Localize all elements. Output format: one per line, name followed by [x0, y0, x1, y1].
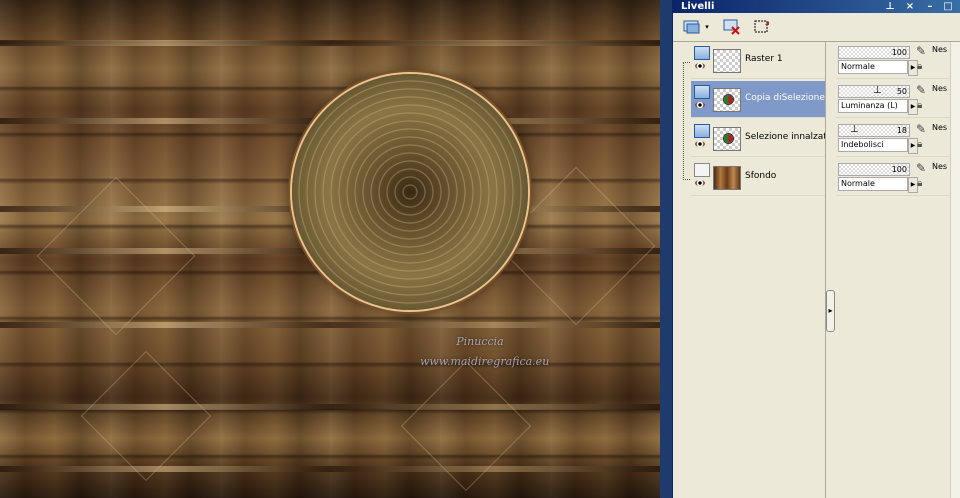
- layer-group-tree: [683, 62, 690, 180]
- truncated-label: Nes: [932, 45, 948, 54]
- panel-scrollbar[interactable]: [950, 42, 960, 498]
- brush-icon[interactable]: ✎: [916, 83, 930, 97]
- selection-button[interactable]: [751, 17, 773, 37]
- opacity-slider[interactable]: 100: [838, 163, 910, 176]
- canvas-streak: [0, 466, 660, 472]
- selection-icon: [754, 20, 769, 33]
- raster-layer-icon: [694, 46, 710, 60]
- panel-title: Livelli: [681, 1, 715, 12]
- delete-layer-icon: [723, 19, 740, 35]
- lock-icon[interactable]: 🔒︎: [917, 60, 929, 73]
- layer-thumbnail: [713, 88, 741, 112]
- visibility-eye-icon[interactable]: [695, 63, 705, 69]
- visibility-eye-icon[interactable]: [695, 180, 705, 186]
- opacity-slider[interactable]: ⊥ 50: [838, 85, 910, 98]
- truncated-label: Nes: [932, 162, 948, 171]
- panel-splitter[interactable]: [825, 42, 836, 498]
- opacity-value: 18: [896, 126, 907, 135]
- raster-layer-icon: [694, 124, 710, 138]
- layer-name: Copia diSelezione: [745, 93, 825, 103]
- panel-titlebar[interactable]: Livelli ⊥ × – □: [673, 0, 960, 13]
- opacity-slider[interactable]: ⊥ 18: [838, 124, 910, 137]
- blend-mode-select[interactable]: Luminanza (L): [838, 99, 908, 113]
- layer-props-row: 100 ✎ Nes Normale ▶ 🔒︎: [836, 159, 960, 196]
- thumbnail-disc: [724, 134, 733, 143]
- opacity-slider[interactable]: 100: [838, 46, 910, 59]
- new-layer-dropdown[interactable]: ▾: [703, 17, 711, 37]
- maximize-icon[interactable]: □: [941, 0, 955, 13]
- brush-icon[interactable]: ✎: [916, 44, 930, 58]
- layer-thumbnail: [713, 49, 741, 73]
- truncated-label: Nes: [932, 123, 948, 132]
- lock-icon[interactable]: 🔒︎: [917, 99, 929, 112]
- slider-marker-icon: ⊥: [850, 124, 859, 135]
- thumbnail-disc: [724, 95, 733, 104]
- close-icon[interactable]: ×: [903, 0, 917, 13]
- opacity-value: 50: [896, 87, 907, 96]
- background-layer-icon: [694, 163, 710, 177]
- lock-icon[interactable]: 🔒︎: [917, 138, 929, 151]
- splitter-grip[interactable]: ▸: [826, 290, 835, 332]
- layer-props-row: ⊥ 18 ✎ Nes Indebolisci ▶ 🔒︎: [836, 120, 960, 157]
- layer-row-copia-diselezione[interactable]: Copia diSelezione: [691, 81, 825, 118]
- layer-name: Selezione innalzata: [745, 132, 833, 142]
- layers-panel: Livelli ⊥ × – □ ▾ Raster 1 Copia diSelez…: [672, 0, 960, 498]
- delete-layer-button[interactable]: [721, 17, 743, 37]
- truncated-label: Nes: [932, 84, 948, 93]
- raster-layer-icon: [694, 85, 710, 99]
- brush-icon[interactable]: ✎: [916, 122, 930, 136]
- layer-props-row: 100 ✎ Nes Normale ▶ 🔒︎: [836, 42, 960, 79]
- layer-row-raster-1[interactable]: Raster 1: [691, 42, 825, 79]
- opacity-value: 100: [891, 165, 907, 174]
- visibility-eye-icon[interactable]: [695, 141, 705, 147]
- visibility-eye-icon[interactable]: [695, 102, 705, 108]
- watermark-url: www.maidiregrafica.eu: [420, 355, 550, 368]
- panel-toolbar: ▾: [673, 13, 960, 42]
- layer-props-row: ⊥ 50 ✎ Nes Luminanza (L) ▶ 🔒︎: [836, 81, 960, 118]
- new-layer-button[interactable]: [681, 17, 703, 37]
- canvas-streak: [0, 322, 660, 328]
- layer-list: Raster 1 Copia diSelezione Selezione inn…: [691, 42, 832, 498]
- minimize-icon[interactable]: –: [923, 0, 937, 13]
- blend-mode-select[interactable]: Normale: [838, 60, 908, 74]
- layer-name: Sfondo: [745, 171, 777, 181]
- opacity-value: 100: [891, 48, 907, 57]
- layer-row-selezione-innalzata[interactable]: Selezione innalzata: [691, 120, 832, 157]
- pin-icon[interactable]: ⊥: [883, 0, 897, 13]
- layer-thumbnail: [713, 166, 741, 190]
- watermark-name: Pinuccia: [456, 335, 504, 348]
- blend-mode-select[interactable]: Indebolisci: [838, 138, 908, 152]
- lock-icon[interactable]: 🔒︎: [917, 177, 929, 190]
- canvas-diamond: [36, 176, 196, 336]
- dropdown-icon: ▾: [705, 23, 709, 31]
- collapse-arrow-icon: ▸: [828, 306, 833, 315]
- canvas-diamond: [80, 350, 212, 482]
- canvas-streak: [0, 40, 660, 46]
- image-canvas[interactable]: Pinuccia www.maidiregrafica.eu: [0, 0, 660, 498]
- brush-icon[interactable]: ✎: [916, 161, 930, 175]
- slider-marker-icon: ⊥: [873, 85, 882, 96]
- layer-thumbnail: [713, 127, 741, 151]
- blend-mode-select[interactable]: Normale: [838, 177, 908, 191]
- layer-name: Raster 1: [745, 54, 783, 64]
- new-layer-icon: [683, 20, 700, 34]
- concentric-disc: [292, 74, 528, 310]
- workspace-gap: [660, 0, 672, 498]
- watermark: Pinuccia www.maidiregrafica.eu: [420, 332, 550, 372]
- layer-properties: 100 ✎ Nes Normale ▶ 🔒︎ ⊥ 50 ✎ Nes Luminan…: [836, 42, 960, 498]
- layer-row-sfondo[interactable]: Sfondo: [691, 159, 825, 196]
